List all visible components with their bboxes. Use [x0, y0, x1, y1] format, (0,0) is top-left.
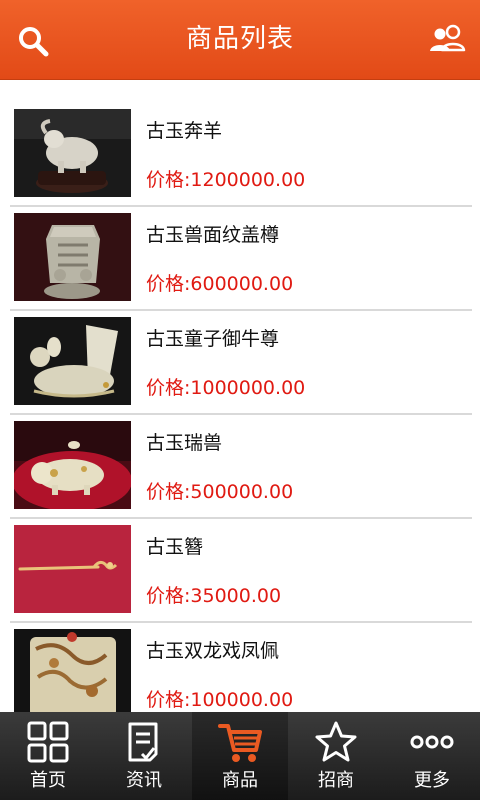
- price-value: 1200000.00: [190, 169, 306, 191]
- product-list[interactable]: 古玉奔羊 价格:1200000.00 古玉兽面纹盖樽 价格:600000.00: [0, 80, 480, 712]
- list-item[interactable]: 古玉童子御牛尊 价格:1000000.00: [10, 310, 472, 415]
- document-icon: [128, 722, 158, 762]
- product-price: 价格:500000.00: [146, 477, 293, 504]
- product-name: 古玉童子御牛尊: [146, 328, 280, 350]
- user-button[interactable]: [426, 22, 470, 62]
- price-label: 价格:: [146, 585, 191, 607]
- product-price: 价格:100000.00: [146, 685, 293, 712]
- product-image-jade-beast: [14, 421, 131, 509]
- star-icon: [315, 721, 357, 762]
- product-image-jade-hairpin: [14, 525, 131, 613]
- tab-label: 更多: [414, 770, 450, 791]
- bottom-tab-bar: 首页 资讯 商品 招商 更多: [0, 712, 480, 800]
- product-price: 价格:600000.00: [146, 269, 293, 296]
- price-label: 价格:: [146, 481, 191, 503]
- price-value: 100000.00: [190, 689, 294, 711]
- product-image-jade-ox-cup: [14, 317, 131, 405]
- list-item[interactable]: 古玉簪 价格:35000.00: [10, 518, 472, 623]
- product-name: 古玉兽面纹盖樽: [146, 224, 280, 246]
- price-label: 价格:: [146, 273, 191, 295]
- cart-icon: [218, 724, 262, 762]
- tab-news[interactable]: 资讯: [96, 712, 192, 800]
- price-label: 价格:: [146, 377, 191, 399]
- price-value: 35000.00: [190, 585, 282, 607]
- price-label: 价格:: [146, 169, 191, 191]
- tab-products[interactable]: 商品: [192, 712, 288, 800]
- product-price: 价格:1200000.00: [146, 165, 305, 192]
- tab-label: 商品: [222, 770, 258, 791]
- product-name: 古玉双龙戏凤佩: [146, 640, 280, 662]
- tab-business[interactable]: 招商: [288, 712, 384, 800]
- product-name: 古玉奔羊: [146, 120, 223, 142]
- top-bar: 商品列表: [0, 0, 480, 80]
- list-item[interactable]: 古玉奔羊 价格:1200000.00: [10, 102, 472, 207]
- product-image-jade-pendant: [14, 629, 131, 712]
- product-image-jade-ram: [14, 109, 131, 197]
- price-value: 600000.00: [190, 273, 294, 295]
- product-price: 价格:35000.00: [146, 581, 281, 608]
- price-label: 价格:: [146, 689, 191, 711]
- price-value: 1000000.00: [190, 377, 306, 399]
- product-price: 价格:1000000.00: [146, 373, 305, 400]
- page-title: 商品列表: [185, 24, 294, 54]
- more-icon: [410, 735, 454, 749]
- tab-home[interactable]: 首页: [0, 712, 96, 800]
- tab-label: 资讯: [126, 770, 162, 791]
- list-item[interactable]: 古玉兽面纹盖樽 价格:600000.00: [10, 206, 472, 311]
- product-name: 古玉簪: [146, 536, 204, 558]
- list-item[interactable]: 古玉双龙戏凤佩 价格:100000.00: [10, 622, 472, 712]
- product-image-jade-vessel: [14, 213, 131, 301]
- tab-label: 首页: [30, 770, 66, 791]
- users-icon: [430, 24, 466, 52]
- product-name: 古玉瑞兽: [146, 432, 223, 454]
- tab-label: 招商: [318, 770, 354, 791]
- tab-more[interactable]: 更多: [384, 712, 480, 800]
- price-value: 500000.00: [190, 481, 294, 503]
- list-item[interactable]: 古玉瑞兽 价格:500000.00: [10, 414, 472, 519]
- grid-icon: [27, 721, 69, 763]
